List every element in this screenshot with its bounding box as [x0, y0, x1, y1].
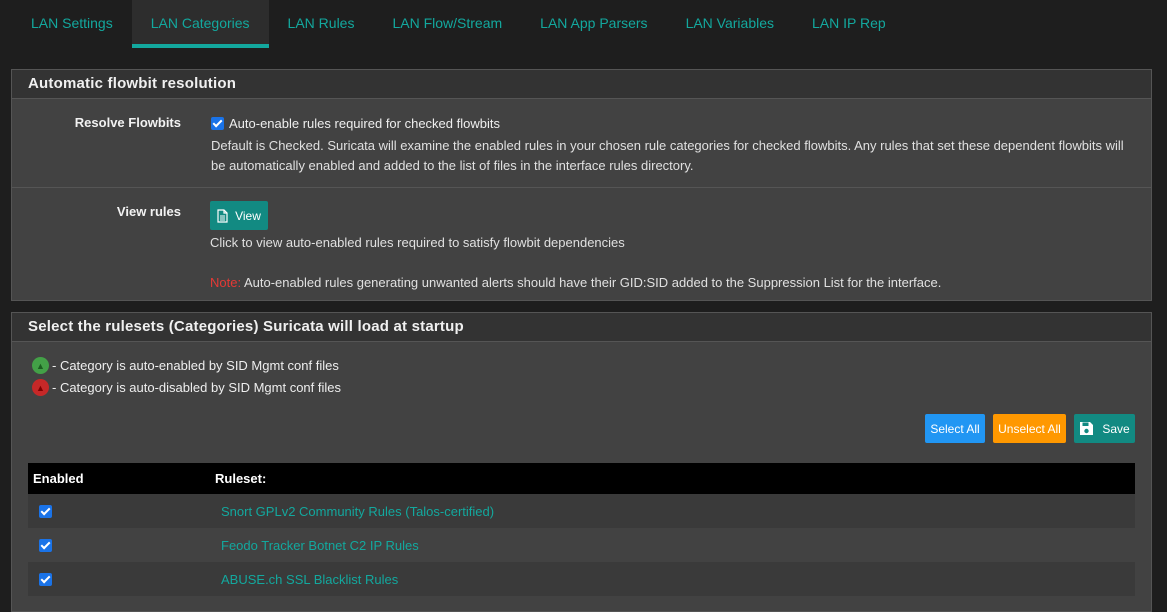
ruleset-enabled-checkbox[interactable]	[39, 504, 52, 518]
tab-lan-settings[interactable]: LAN Settings	[12, 0, 132, 48]
legend-auto-enabled-text: - Category is auto-enabled by SID Mgmt c…	[52, 358, 339, 373]
resolve-flowbits-body: Auto-enable rules required for checked f…	[211, 114, 1135, 176]
resolve-flowbits-help: Default is Checked. Suricata will examin…	[211, 138, 1124, 173]
tab-lan-categories[interactable]: LAN Categories	[131, 0, 269, 48]
red-circle-icon: ▲	[32, 379, 49, 396]
tab-lan-rules[interactable]: LAN Rules	[269, 0, 374, 48]
view-rules-label: View rules	[116, 204, 181, 219]
ruleset-enabled-checkbox[interactable]	[39, 538, 52, 552]
save-button[interactable]: Save	[1074, 414, 1135, 443]
resolve-flowbits-row: Resolve Flowbits Auto-enable rules requi…	[12, 99, 1151, 188]
flowbit-panel-heading: Automatic flowbit resolution	[12, 70, 1151, 99]
select-all-button[interactable]: Select All	[925, 414, 985, 443]
ruleset-table: Enabled Ruleset: Snort GPLv2 Community R…	[28, 463, 1135, 596]
table-row: Snort GPLv2 Community Rules (Talos-certi…	[28, 494, 1135, 528]
view-rules-row: View rules View Click to view auto-enabl…	[12, 188, 1151, 300]
unselect-all-button[interactable]: Unselect All	[993, 414, 1066, 443]
legend-auto-disabled-text: - Category is auto-disabled by SID Mgmt …	[52, 380, 342, 395]
tab-lan-app-parsers[interactable]: LAN App Parsers	[521, 0, 666, 48]
note-label: Note:	[210, 275, 242, 290]
table-header: Enabled Ruleset:	[28, 463, 1135, 494]
flowbit-panel: Automatic flowbit resolution Resolve Flo…	[11, 69, 1152, 301]
view-rules-help: Click to view auto-enabled rules require…	[210, 235, 625, 250]
view-rules-note: Note: Auto-enabled rules generating unwa…	[210, 273, 1135, 293]
resolve-flowbits-label: Resolve Flowbits	[74, 115, 181, 130]
ruleset-enabled-checkbox[interactable]	[39, 572, 52, 586]
table-row: ABUSE.ch SSL Blacklist Rules	[28, 562, 1135, 596]
legend-auto-disabled: ▲ - Category is auto-disabled by SID Mgm…	[32, 379, 341, 396]
header-enabled: Enabled	[33, 471, 84, 486]
ruleset-link[interactable]: ABUSE.ch SSL Blacklist Rules	[221, 572, 398, 587]
note-text: Auto-enabled rules generating unwanted a…	[241, 275, 942, 290]
resolve-flowbits-checkbox-label[interactable]: Auto-enable rules required for checked f…	[229, 116, 500, 131]
table-row: Feodo Tracker Botnet C2 IP Rules	[28, 528, 1135, 562]
tab-lan-variables[interactable]: LAN Variables	[667, 0, 793, 48]
ruleset-link[interactable]: Snort GPLv2 Community Rules (Talos-certi…	[221, 504, 494, 519]
view-button-label: View	[235, 208, 261, 223]
view-button[interactable]: View	[210, 201, 268, 230]
document-icon	[217, 208, 228, 223]
tab-lan-ip-rep[interactable]: LAN IP Rep	[793, 0, 905, 48]
resolve-flowbits-checkbox[interactable]	[211, 116, 224, 130]
legend-auto-enabled: ▲ - Category is auto-enabled by SID Mgmt…	[32, 357, 339, 374]
green-circle-icon: ▲	[32, 357, 49, 374]
tab-bar: LAN Settings LAN Categories LAN Rules LA…	[0, 0, 1167, 50]
header-ruleset: Ruleset:	[215, 471, 267, 486]
ruleset-button-row: Select All Unselect All Save	[925, 414, 1135, 443]
ruleset-link[interactable]: Feodo Tracker Botnet C2 IP Rules	[221, 538, 419, 553]
tab-lan-flow-stream[interactable]: LAN Flow/Stream	[373, 0, 521, 48]
ruleset-panel: Select the rulesets (Categories) Suricat…	[11, 312, 1152, 612]
save-button-label: Save	[1102, 421, 1130, 436]
floppy-disk-icon	[1080, 422, 1094, 435]
view-rules-body: View Click to view auto-enabled rules re…	[210, 201, 1135, 293]
ruleset-panel-heading: Select the rulesets (Categories) Suricat…	[12, 313, 1151, 342]
